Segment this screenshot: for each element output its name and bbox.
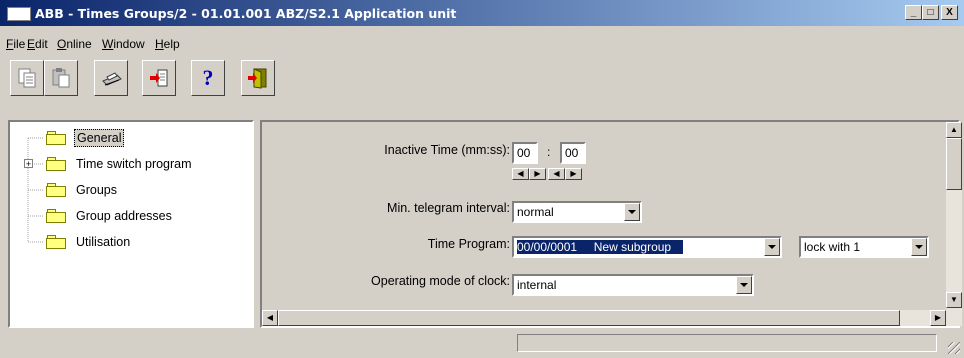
import-button[interactable] [142,60,176,96]
scroll-left-icon[interactable]: ◀ [262,310,278,326]
chevron-down-icon[interactable] [624,203,640,221]
menu-edit[interactable]: Edit [27,37,48,51]
time-separator: : [547,145,551,159]
print-button[interactable] [94,60,128,96]
chevron-down-icon[interactable] [911,238,927,256]
min-telegram-value: normal [517,205,554,219]
parameter-panel: Inactive Time (mm:ss): 00 : 00 ◀ ▶ ◀ ▶ M… [260,120,962,328]
tree-item-label: Utilisation [76,235,131,249]
import-icon [150,69,168,87]
scroll-down-icon[interactable]: ▼ [946,292,962,308]
vertical-scrollbar[interactable]: ▲ ▼ [946,122,962,326]
minimize-button[interactable]: _ [905,5,922,20]
min-telegram-label: Min. telegram interval: [387,201,510,215]
horizontal-scrollbar[interactable]: ◀ ▶ [262,310,946,326]
resize-grip-icon[interactable] [948,342,960,354]
tree-item-group-addresses[interactable]: Group addresses [46,207,174,225]
paste-icon [52,68,70,88]
paste-button[interactable] [44,60,78,96]
folder-icon [46,157,66,171]
menu-help[interactable]: Help [155,37,180,51]
app-icon [7,7,31,21]
status-pane [517,334,937,352]
window-title: ABB - Times Groups/2 - 01.01.001 ABZ/S2.… [35,6,457,21]
tree-item-utilisation[interactable]: Utilisation [46,233,132,251]
status-bar [0,332,964,358]
time-program-select[interactable]: 00/00/0001 New subgroup [512,236,782,258]
tree-lines [27,137,44,243]
print-icon [102,72,122,86]
scroll-right-icon[interactable]: ▶ [930,310,946,326]
tree-item-groups[interactable]: Groups [46,181,119,199]
chevron-down-icon[interactable] [764,238,780,256]
inactive-time-label: Inactive Time (mm:ss): [384,143,510,157]
folder-icon [46,235,66,249]
tree-item-time-switch-program[interactable]: Time switch program [46,155,194,173]
tree-item-label: Time switch program [76,157,192,171]
operating-mode-label: Operating mode of clock: [371,274,510,288]
menu-online[interactable]: Online [57,37,92,51]
lock-value: lock with 1 [804,240,861,254]
folder-icon [46,209,66,223]
exit-icon [248,68,267,89]
copy-button[interactable] [10,60,44,96]
minutes-increase-button[interactable]: ▶ [529,168,546,180]
time-program-value: 00/00/0001 New subgroup [517,240,684,254]
tree-item-label: Groups [76,183,117,197]
copy-icon [18,68,36,88]
exit-button[interactable] [241,60,275,96]
time-program-label: Time Program: [427,237,510,251]
lock-select[interactable]: lock with 1 [799,236,929,258]
scroll-thumb[interactable] [946,138,962,190]
tree-item-general[interactable]: General [46,129,125,147]
menu-window[interactable]: Window [102,37,145,51]
parameter-tree: + General Time switch program Groups Gro… [8,120,254,328]
folder-icon [46,183,66,197]
scroll-up-icon[interactable]: ▲ [946,122,962,138]
tree-item-label: Group addresses [76,209,172,223]
help-icon: ? [202,65,214,90]
inactive-minutes-input[interactable]: 00 [512,142,538,164]
minutes-decrease-button[interactable]: ◀ [512,168,529,180]
folder-open-icon [46,131,66,145]
menu-bar: File Edit Online Window Help [0,33,964,53]
title-bar: ABB - Times Groups/2 - 01.01.001 ABZ/S2.… [0,0,964,26]
operating-mode-select[interactable]: internal [512,274,754,296]
inactive-seconds-input[interactable]: 00 [560,142,586,164]
maximize-button[interactable]: □ [922,5,939,20]
min-telegram-select[interactable]: normal [512,201,642,223]
operating-mode-value: internal [517,278,557,292]
hscroll-thumb[interactable] [278,310,900,326]
chevron-down-icon[interactable] [736,276,752,294]
seconds-increase-button[interactable]: ▶ [565,168,582,180]
expand-icon[interactable]: + [24,159,33,169]
menu-file[interactable]: File [6,37,25,51]
tree-item-label: General [74,129,125,147]
help-button[interactable]: ? [191,60,225,96]
seconds-decrease-button[interactable]: ◀ [548,168,565,180]
close-button[interactable]: X [941,5,958,20]
